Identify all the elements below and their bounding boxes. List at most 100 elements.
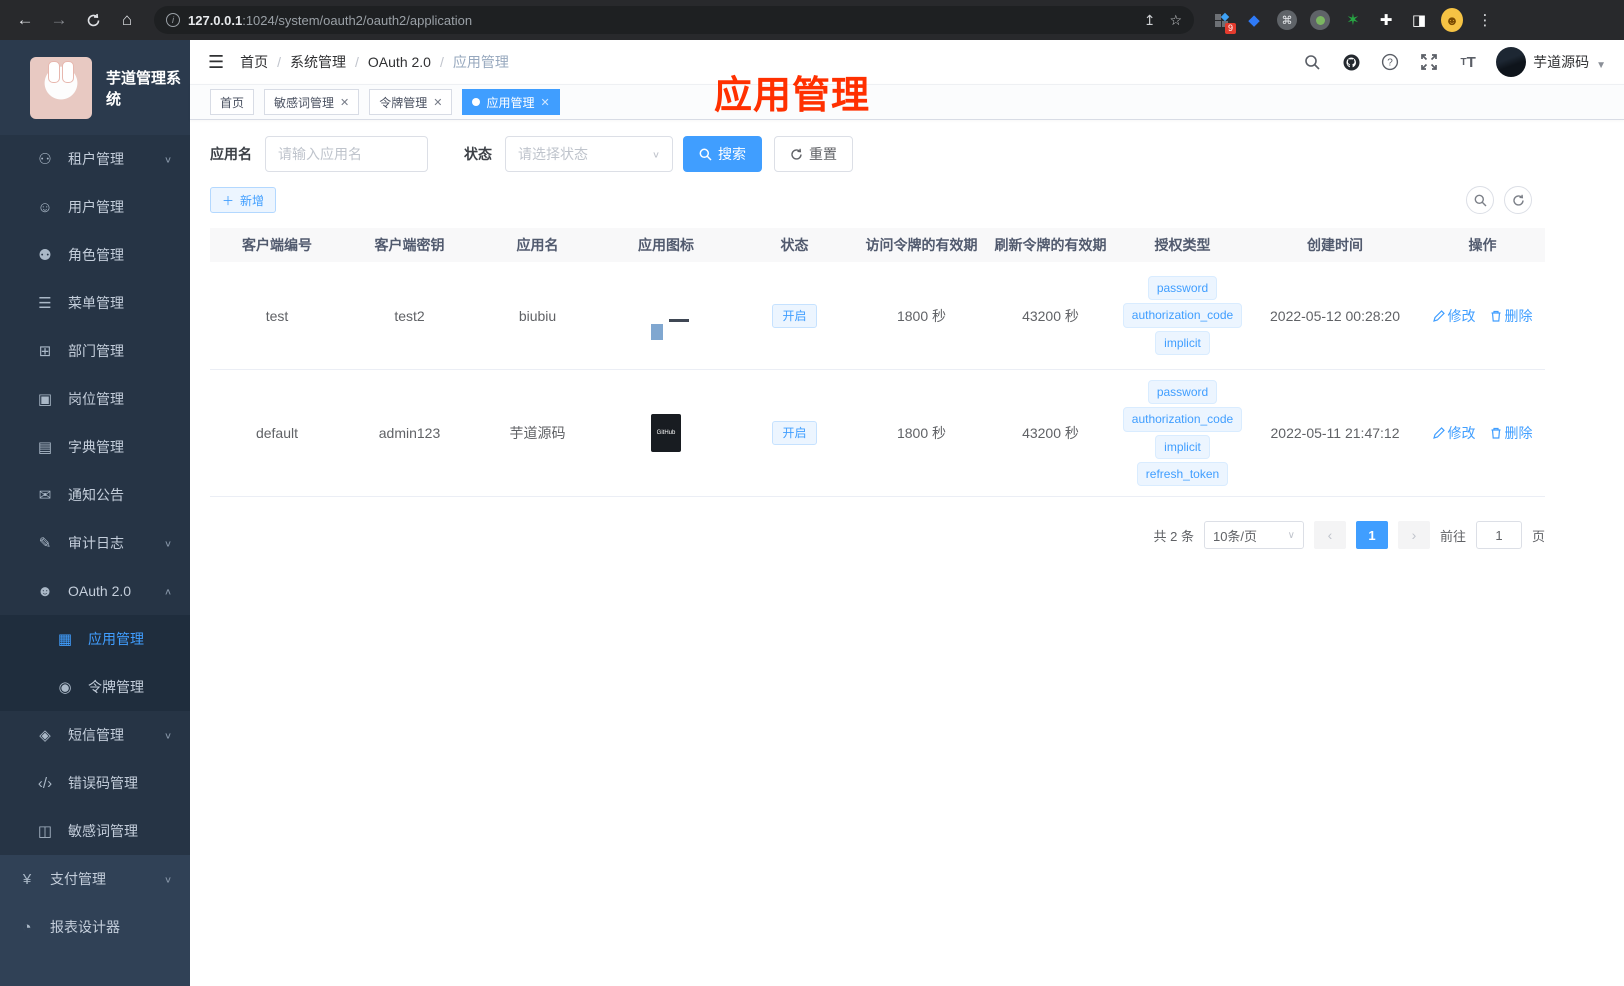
reset-button[interactable]: 重置 xyxy=(774,136,853,172)
sidebar-item-sms[interactable]: ◈ 短信管理 ∨ xyxy=(0,711,190,759)
chevron-up-icon: ∧ xyxy=(163,586,172,597)
notice-icon: ✉ xyxy=(38,487,52,504)
sidebar-item-report[interactable]: ◔ 报表设计器 xyxy=(0,903,190,951)
tab-application-manage[interactable]: 应用管理 ✕ xyxy=(462,89,560,115)
page-size-select[interactable]: 10条/页 ∨ xyxy=(1203,521,1304,549)
cell-refresh-validity: 43200 秒 xyxy=(1022,425,1079,441)
sidebar-item-label: 菜单管理 xyxy=(68,295,124,311)
tab-sensitive-words[interactable]: 敏感词管理 ✕ xyxy=(264,89,360,115)
profile-avatar[interactable]: ☻ xyxy=(1441,8,1463,32)
delete-link[interactable]: 删除 xyxy=(1490,423,1533,443)
sidebar-item-audit[interactable]: ✎ 审计日志 ∨ xyxy=(0,519,190,567)
status-badge: 开启 xyxy=(772,303,817,328)
tab-home[interactable]: 首页 xyxy=(210,89,255,115)
extension-record-icon[interactable] xyxy=(1309,9,1331,31)
sidebar-item-menu[interactable]: ☰ 菜单管理 xyxy=(0,279,190,327)
extension-command-icon[interactable]: ⌘ xyxy=(1276,9,1298,31)
extension-puzzle-icon[interactable]: ✚ xyxy=(1375,9,1397,31)
role-icon: ⚉ xyxy=(38,247,52,264)
user-menu[interactable]: 芋道源码 ▼ xyxy=(1496,47,1606,77)
tab-token-manage[interactable]: 令牌管理 ✕ xyxy=(369,89,453,115)
refresh-table-icon[interactable] xyxy=(1504,186,1532,214)
url-path: :1024/system/oauth2/oauth2/application xyxy=(242,12,473,28)
sidebar-item-oauth[interactable]: ☻ OAuth 2.0 ∧ xyxy=(0,567,190,615)
cell-grant-types: password authorization_code implicit ref… xyxy=(1115,379,1250,487)
site-info-icon[interactable]: i xyxy=(166,13,180,27)
page-number-1[interactable]: 1 xyxy=(1355,521,1388,549)
close-icon[interactable]: ✕ xyxy=(340,96,349,109)
breadcrumb: 首页 / 系统管理 / OAuth 2.0 / 应用管理 xyxy=(240,52,509,72)
chevron-down-icon: ∨ xyxy=(163,154,172,165)
breadcrumb-system[interactable]: 系统管理 xyxy=(290,52,346,72)
cell-created-time: 2022-05-12 00:28:20 xyxy=(1270,307,1400,324)
post-icon: ▣ xyxy=(37,391,53,408)
sidebar-item-dict[interactable]: ▤ 字典管理 xyxy=(0,423,190,471)
goto-page-input[interactable] xyxy=(1475,521,1522,549)
sidebar-item-token[interactable]: ◉ 令牌管理 xyxy=(0,663,190,711)
add-button[interactable]: ＋ 新增 xyxy=(210,187,277,213)
fullscreen-icon[interactable] xyxy=(1418,51,1440,73)
browser-menu-icon[interactable]: ⋮ xyxy=(1474,9,1496,31)
cell-grant-types: password authorization_code implicit xyxy=(1115,275,1250,356)
edit-link[interactable]: 修改 xyxy=(1432,423,1476,443)
sidebar-item-tenant[interactable]: ⚇ 租户管理 ∨ xyxy=(0,135,190,183)
browser-back-icon[interactable]: ← xyxy=(10,5,40,35)
sidebar-item-role[interactable]: ⚉ 角色管理 xyxy=(0,231,190,279)
user-icon: ☺ xyxy=(37,198,53,216)
sidebar-item-label: 令牌管理 xyxy=(88,679,144,695)
sidebar-item-errorcode[interactable]: ‹/› 错误码管理 xyxy=(0,759,190,807)
sidebar-item-dept[interactable]: ⊞ 部门管理 xyxy=(0,327,190,375)
sidebar-item-sensitive[interactable]: ◫ 敏感词管理 xyxy=(0,807,190,855)
close-icon[interactable]: ✕ xyxy=(433,96,442,109)
pay-icon: ¥ xyxy=(22,870,32,888)
delete-link[interactable]: 删除 xyxy=(1490,306,1533,326)
app-name-label: 应用名 xyxy=(210,146,252,162)
share-icon[interactable]: ↥ xyxy=(1144,12,1156,29)
dept-icon: ⊞ xyxy=(38,343,52,360)
sidebar-item-label: 通知公告 xyxy=(68,487,124,503)
app-logo[interactable]: 芋道管理系统 xyxy=(0,40,190,135)
sidebar-item-post[interactable]: ▣ 岗位管理 xyxy=(0,375,190,423)
help-icon[interactable]: ? xyxy=(1379,51,1401,73)
split-screen-icon[interactable]: ◨ xyxy=(1408,9,1430,31)
edit-link[interactable]: 修改 xyxy=(1432,306,1476,326)
browser-home-icon[interactable]: ⌂ xyxy=(112,5,142,35)
logo-rabbit-image xyxy=(30,56,92,119)
browser-reload-icon[interactable] xyxy=(78,5,108,35)
address-bar[interactable]: i 127.0.0.1:1024/system/oauth2/oauth2/ap… xyxy=(154,6,1194,34)
chevron-down-icon: ∨ xyxy=(651,149,660,160)
sidebar-item-notice[interactable]: ✉ 通知公告 xyxy=(0,471,190,519)
breadcrumb-current: 应用管理 xyxy=(452,54,509,70)
extension-tabs-icon[interactable]: 9 xyxy=(1210,9,1236,34)
sidebar-item-label: 字典管理 xyxy=(68,439,124,455)
collapse-sidebar-icon[interactable]: ☰ xyxy=(208,52,224,73)
sidebar: 芋道管理系统 ⚇ 租户管理 ∨ ☺ 用户管理 ⚉ 角色管理 ☰ 菜单管理 ⊞ 部门管理 ▣ 岗位管理 ▤ 字… xyxy=(0,40,190,986)
breadcrumb-oauth[interactable]: OAuth 2.0 xyxy=(368,54,431,70)
header-search-icon[interactable] xyxy=(1301,51,1323,73)
font-size-icon[interactable]: TT xyxy=(1457,51,1479,73)
extension-badge: 9 xyxy=(1224,23,1236,34)
bookmark-star-icon[interactable]: ☆ xyxy=(1169,12,1182,29)
prev-page-button[interactable]: ‹ xyxy=(1313,521,1346,549)
next-page-button[interactable]: › xyxy=(1397,521,1430,549)
sidebar-item-user[interactable]: ☺ 用户管理 xyxy=(0,183,190,231)
status-select[interactable]: 请选择状态 ∨ xyxy=(505,136,673,172)
token-icon: ◉ xyxy=(58,679,72,696)
total-count: 共 2 条 xyxy=(1153,528,1194,544)
cell-app-name: 芋道源码 xyxy=(509,425,566,441)
dict-icon: ▤ xyxy=(37,439,53,456)
app-name-input[interactable] xyxy=(265,136,428,172)
hide-search-icon[interactable] xyxy=(1466,186,1494,214)
close-icon[interactable]: ✕ xyxy=(541,96,550,109)
search-button[interactable]: 搜索 xyxy=(683,136,762,172)
breadcrumb-home[interactable]: 首页 xyxy=(240,52,268,72)
browser-forward-icon[interactable]: → xyxy=(44,5,74,35)
sidebar-item-application[interactable]: ▦ 应用管理 xyxy=(0,615,190,663)
chevron-down-icon: ∨ xyxy=(163,538,172,549)
menu-icon: ☰ xyxy=(38,295,52,312)
sidebar-item-pay[interactable]: ¥ 支付管理 ∨ xyxy=(0,855,190,903)
extension-star-icon[interactable]: ✶ xyxy=(1342,9,1364,31)
github-icon[interactable] xyxy=(1340,51,1362,73)
extension-gem-icon[interactable]: ◆ xyxy=(1243,9,1265,31)
table-row: default admin123 芋道源码 GitHub 开启 1800 秒 4… xyxy=(210,370,1545,497)
